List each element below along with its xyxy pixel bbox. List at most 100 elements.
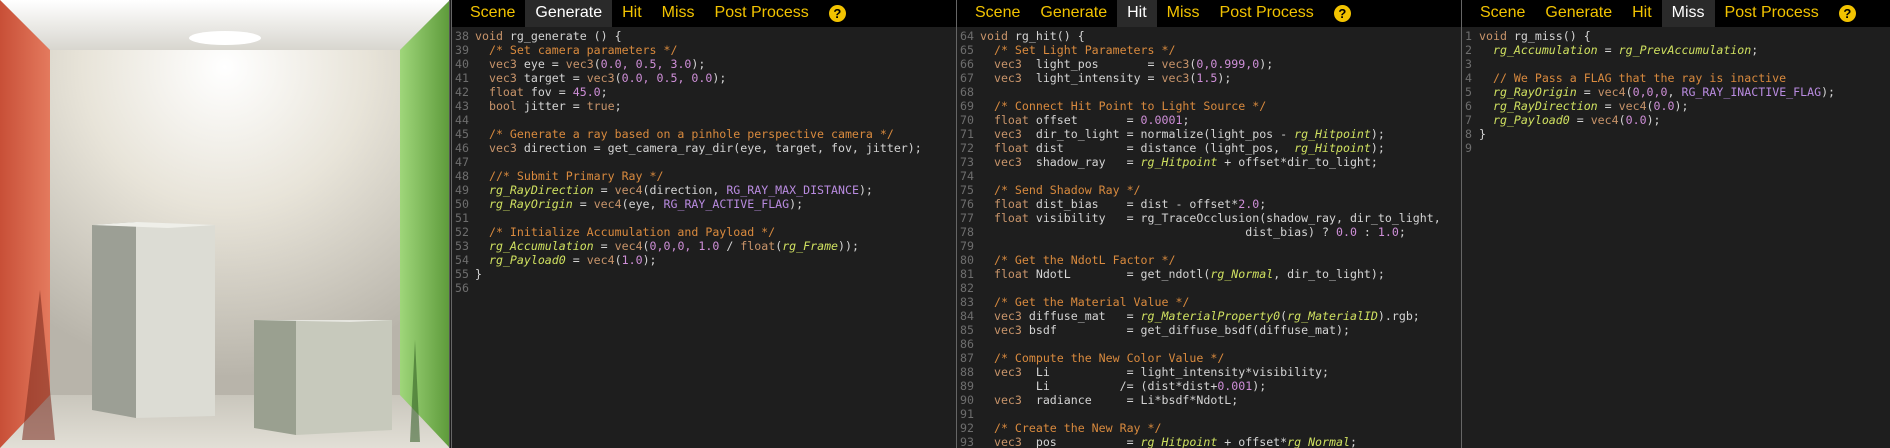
code-token: diffuse_mat = bbox=[1028, 309, 1141, 323]
line-number: 64 bbox=[960, 29, 974, 43]
tab-post-process[interactable]: Post Process bbox=[1210, 0, 1324, 27]
code-line: 44 bbox=[452, 113, 956, 127]
code-token: vec3 bbox=[980, 323, 1029, 337]
line-number: 83 bbox=[960, 295, 974, 309]
code-editor[interactable]: 64 void rg_hit() {65 /* Set Light Paramet… bbox=[957, 27, 1461, 448]
code-token: rg_MaterialProperty0 bbox=[1140, 309, 1281, 323]
code-token: rg_RayOrigin bbox=[475, 197, 573, 211]
line-number: 70 bbox=[960, 113, 974, 127]
line-number: 41 bbox=[455, 71, 469, 85]
code-token: eye = bbox=[523, 57, 566, 71]
code-token: true bbox=[586, 99, 615, 113]
help-icon[interactable]: ? bbox=[1333, 5, 1351, 22]
code-line: 66 vec3 light_pos = vec3(0,0.999,0); bbox=[957, 57, 1461, 71]
code-token: /* Initialize Accumulation and Payload *… bbox=[475, 225, 776, 239]
line-number: 44 bbox=[455, 113, 469, 127]
line-number: 67 bbox=[960, 71, 974, 85]
code-token: target = bbox=[523, 71, 587, 85]
code-token: rg_Payload0 bbox=[1479, 113, 1570, 127]
code-token: RG_RAY_ACTIVE_FLAG bbox=[663, 197, 790, 211]
code-token: ; bbox=[1182, 113, 1190, 127]
tab-scene[interactable]: Scene bbox=[1470, 0, 1535, 27]
code-token: dist = distance (light_pos, bbox=[1035, 141, 1295, 155]
cornell-box-render bbox=[0, 0, 449, 448]
tab-hit[interactable]: Hit bbox=[612, 0, 652, 27]
code-token: + offset*dir_to_light; bbox=[1217, 155, 1378, 169]
code-token: vec3 bbox=[475, 141, 524, 155]
code-token: Li /= (dist*dist+ bbox=[980, 379, 1218, 393]
help-icon[interactable]: ? bbox=[1838, 5, 1856, 22]
line-number: 81 bbox=[960, 267, 974, 281]
line-number: 84 bbox=[960, 309, 974, 323]
code-line: 8} bbox=[1462, 127, 1890, 141]
code-token: vec3 bbox=[980, 393, 1036, 407]
code-editor[interactable]: 1 void rg_miss() {2 rg_Accumulation = rg_… bbox=[1462, 27, 1890, 155]
code-token: void bbox=[980, 29, 1015, 43]
tab-post-process[interactable]: Post Process bbox=[705, 0, 819, 27]
code-token: = bbox=[565, 253, 587, 267]
line-number: 9 bbox=[1465, 141, 1472, 155]
code-token: offset = bbox=[1035, 113, 1141, 127]
tab-hit[interactable]: Hit bbox=[1117, 0, 1157, 27]
tab-miss[interactable]: Miss bbox=[652, 0, 705, 27]
code-token: rg_Accumulation bbox=[475, 239, 594, 253]
line-number: 48 bbox=[455, 169, 469, 183]
line-number: 75 bbox=[960, 183, 974, 197]
code-line: 69 /* Connect Hit Point to Light Source … bbox=[957, 99, 1461, 113]
code-token: + offset* bbox=[1217, 435, 1288, 448]
tab-hit[interactable]: Hit bbox=[1622, 0, 1662, 27]
code-token: 0,0.999,0 bbox=[1196, 57, 1260, 71]
code-token: //* Submit Primary Ray */ bbox=[475, 169, 664, 183]
code-token: rg_MaterialID bbox=[1287, 309, 1378, 323]
code-token: = bbox=[1576, 85, 1598, 99]
tab-miss[interactable]: Miss bbox=[1157, 0, 1210, 27]
line-number: 82 bbox=[960, 281, 974, 295]
tab-scene[interactable]: Scene bbox=[460, 0, 525, 27]
tab-post-process[interactable]: Post Process bbox=[1715, 0, 1829, 27]
code-line: 79 bbox=[957, 239, 1461, 253]
code-line: 74 bbox=[957, 169, 1461, 183]
line-number: 3 bbox=[1465, 57, 1472, 71]
code-token: 1.0 bbox=[621, 253, 643, 267]
tab-generate[interactable]: Generate bbox=[1535, 0, 1622, 27]
code-token: ); bbox=[1370, 141, 1385, 155]
code-token: vec4 bbox=[1597, 85, 1626, 99]
line-number: 89 bbox=[960, 379, 974, 393]
code-token: vec4 bbox=[614, 183, 643, 197]
code-token: ); bbox=[789, 197, 804, 211]
code-editor[interactable]: 38 void rg_generate () {39 /* Set camera … bbox=[452, 27, 956, 295]
code-token: rg_Frame bbox=[782, 239, 839, 253]
code-token: RG_RAY_INACTIVE_FLAG bbox=[1681, 85, 1822, 99]
line-number: 53 bbox=[455, 239, 469, 253]
code-token: vec3 bbox=[980, 309, 1029, 323]
code-panel-miss: Scene Generate Hit Miss Post Process ? 1… bbox=[1461, 0, 1890, 448]
line-number: 66 bbox=[960, 57, 974, 71]
line-number: 69 bbox=[960, 99, 974, 113]
code-token: = bbox=[1569, 113, 1591, 127]
line-number: 1 bbox=[1465, 29, 1472, 43]
tab-generate[interactable]: Generate bbox=[525, 0, 613, 27]
line-number: 47 bbox=[455, 155, 469, 169]
code-token: = bbox=[593, 183, 615, 197]
code-line: 7 rg_Payload0 = vec4(0.0); bbox=[1462, 113, 1890, 127]
code-token: vec3 bbox=[1161, 57, 1190, 71]
tab-miss[interactable]: Miss bbox=[1661, 0, 1715, 27]
code-line: 91 bbox=[957, 407, 1461, 421]
code-token: rg_hit() { bbox=[1014, 29, 1085, 43]
code-panel-hit: Scene Generate Hit Miss Post Process ? 6… bbox=[956, 0, 1461, 448]
code-token: /* Generate a ray based on a pinhole per… bbox=[475, 127, 894, 141]
code-token: rg_Accumulation bbox=[1479, 43, 1598, 57]
help-icon[interactable]: ? bbox=[828, 5, 846, 22]
tab-generate[interactable]: Generate bbox=[1030, 0, 1117, 27]
tab-scene[interactable]: Scene bbox=[965, 0, 1030, 27]
code-line: 67 vec3 light_intensity = vec3(1.5); bbox=[957, 71, 1461, 85]
code-token: /* Get the Material Value */ bbox=[980, 295, 1190, 309]
code-line: 2 rg_Accumulation = rg_PrevAccumulation; bbox=[1462, 43, 1890, 57]
code-line: 86 bbox=[957, 337, 1461, 351]
line-number: 50 bbox=[455, 197, 469, 211]
code-line: 3 bbox=[1462, 57, 1890, 71]
code-token: rg_Normal bbox=[1210, 267, 1274, 281]
code-line: 64 void rg_hit() { bbox=[957, 29, 1461, 43]
code-token: ( bbox=[642, 239, 650, 253]
code-token: vec3 bbox=[586, 71, 615, 85]
